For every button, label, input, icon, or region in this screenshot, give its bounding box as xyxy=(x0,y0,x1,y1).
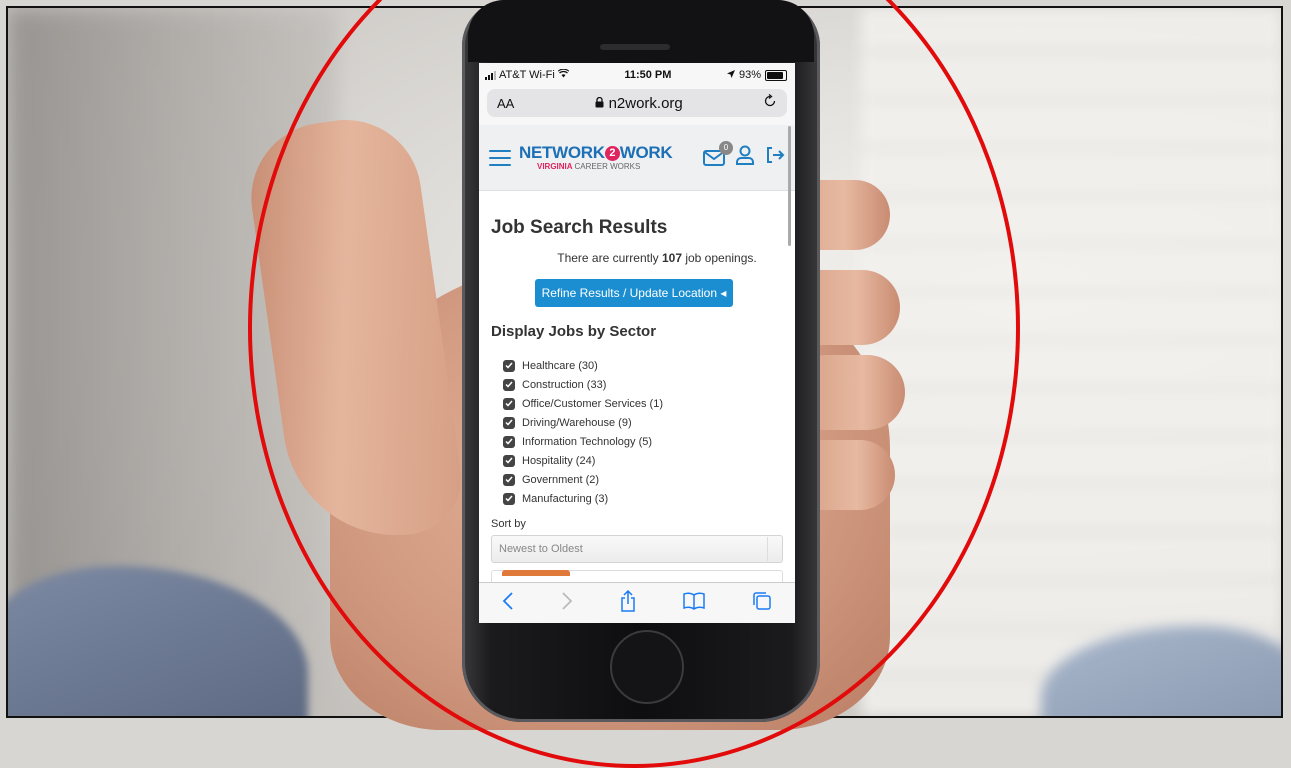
mail-count-badge: 0 xyxy=(719,140,733,155)
logo-wordmark: NETWORK 2 WORK xyxy=(519,143,673,162)
scrollbar[interactable] xyxy=(788,126,791,246)
sector-item-construction[interactable]: Construction (33) xyxy=(503,375,783,394)
url-display[interactable]: n2work.org xyxy=(595,95,683,112)
sector-item-hospitality[interactable]: Hospitality (24) xyxy=(503,451,783,470)
checkbox-checked-icon[interactable] xyxy=(503,454,515,467)
sort-label: Sort by xyxy=(491,518,526,530)
sector-item-manufacturing[interactable]: Manufacturing (3) xyxy=(503,489,783,508)
page-title: Job Search Results xyxy=(491,217,668,238)
address-bar[interactable]: AA n2work.org xyxy=(487,89,787,117)
card-tag xyxy=(502,570,570,576)
home-button[interactable] xyxy=(610,630,684,704)
status-bar: AT&T Wi-Fi 11:50 PM 93% xyxy=(479,63,795,87)
battery-info: 93% xyxy=(726,69,787,81)
checkbox-checked-icon[interactable] xyxy=(503,492,515,505)
sector-filter-list: Healthcare (30) Construction (33) Office… xyxy=(491,356,783,508)
checkbox-checked-icon[interactable] xyxy=(503,397,515,410)
user-icon[interactable] xyxy=(735,145,755,170)
sector-label: Hospitality (24) xyxy=(522,454,596,467)
browser-address-area: AA n2work.org xyxy=(479,87,795,125)
header-icons: 0 xyxy=(703,140,785,170)
site-header: NETWORK 2 WORK VIRGINIA CAREER WORKS 0 xyxy=(479,125,795,191)
main-content: Job Search Results There are currently 1… xyxy=(479,191,795,592)
carrier-info: AT&T Wi-Fi xyxy=(485,68,570,81)
select-arrow xyxy=(767,537,782,561)
location-arrow-icon xyxy=(726,69,735,81)
sign-out-icon[interactable] xyxy=(765,146,785,169)
chevron-right-icon[interactable] xyxy=(561,591,573,616)
envelope-icon[interactable]: 0 xyxy=(703,140,733,166)
job-count-prefix: There are currently xyxy=(557,251,662,265)
job-count-text: There are currently 107 job openings. xyxy=(531,251,783,265)
refine-results-button[interactable]: Refine Results / Update Location ◂ xyxy=(535,279,733,307)
sector-heading: Display Jobs by Sector xyxy=(491,323,657,340)
sector-item-driving[interactable]: Driving/Warehouse (9) xyxy=(503,413,783,432)
sector-label: Healthcare (30) xyxy=(522,359,598,372)
wifi-icon xyxy=(557,68,570,81)
sector-item-healthcare[interactable]: Healthcare (30) xyxy=(503,356,783,375)
signal-icon xyxy=(485,70,496,80)
reload-icon[interactable] xyxy=(763,93,777,112)
phone-screen: AT&T Wi-Fi 11:50 PM 93% AA n2work.org NE… xyxy=(479,63,795,623)
checkbox-checked-icon[interactable] xyxy=(503,359,515,372)
sector-label: Information Technology (5) xyxy=(522,435,653,448)
share-icon[interactable] xyxy=(620,589,636,617)
logo-sub-virginia: VIRGINIA xyxy=(537,162,573,171)
checkbox-checked-icon[interactable] xyxy=(503,435,515,448)
sector-item-government[interactable]: Government (2) xyxy=(503,470,783,489)
carrier-label: AT&T Wi-Fi xyxy=(499,69,555,81)
battery-icon xyxy=(765,69,787,81)
background-window-blind xyxy=(861,8,1281,716)
lock-icon xyxy=(595,95,604,112)
hamburger-icon[interactable] xyxy=(489,149,511,166)
checkbox-checked-icon[interactable] xyxy=(503,378,515,391)
sector-label: Office/Customer Services (1) xyxy=(522,397,664,410)
job-count-suffix: job openings. xyxy=(682,251,757,265)
battery-percent: 93% xyxy=(738,69,761,81)
sort-select[interactable]: Newest to Oldest xyxy=(491,535,783,563)
sector-item-it[interactable]: Information Technology (5) xyxy=(503,432,783,451)
chevron-left-icon[interactable] xyxy=(502,591,514,616)
logo-text-work: WORK xyxy=(619,143,673,162)
sector-label: Government (2) xyxy=(522,473,600,486)
checkbox-checked-icon[interactable] xyxy=(503,416,515,429)
sector-item-office[interactable]: Office/Customer Services (1) xyxy=(503,394,783,413)
url-text: n2work.org xyxy=(608,94,683,112)
checkbox-checked-icon[interactable] xyxy=(503,473,515,486)
sector-label: Construction (33) xyxy=(522,378,607,391)
clock: 11:50 PM xyxy=(624,69,672,81)
phone-top-bezel xyxy=(468,0,814,62)
logo-text-network: NETWORK xyxy=(519,143,605,162)
logo-two-circle: 2 xyxy=(604,146,620,161)
job-count-number: 107 xyxy=(661,251,682,265)
logo-subtitle: VIRGINIA CAREER WORKS xyxy=(537,163,672,171)
phone-speaker xyxy=(600,44,670,50)
site-logo[interactable]: NETWORK 2 WORK VIRGINIA CAREER WORKS xyxy=(519,143,673,171)
logo-sub-careerworks: CAREER WORKS xyxy=(574,162,641,171)
text-size-button[interactable]: AA xyxy=(497,96,514,111)
book-icon[interactable] xyxy=(683,592,705,615)
browser-toolbar xyxy=(479,582,795,623)
sector-label: Driving/Warehouse (9) xyxy=(522,416,632,429)
sector-label: Manufacturing (3) xyxy=(522,492,609,505)
sort-selected-value: Newest to Oldest xyxy=(499,543,583,555)
tabs-icon[interactable] xyxy=(752,591,772,616)
